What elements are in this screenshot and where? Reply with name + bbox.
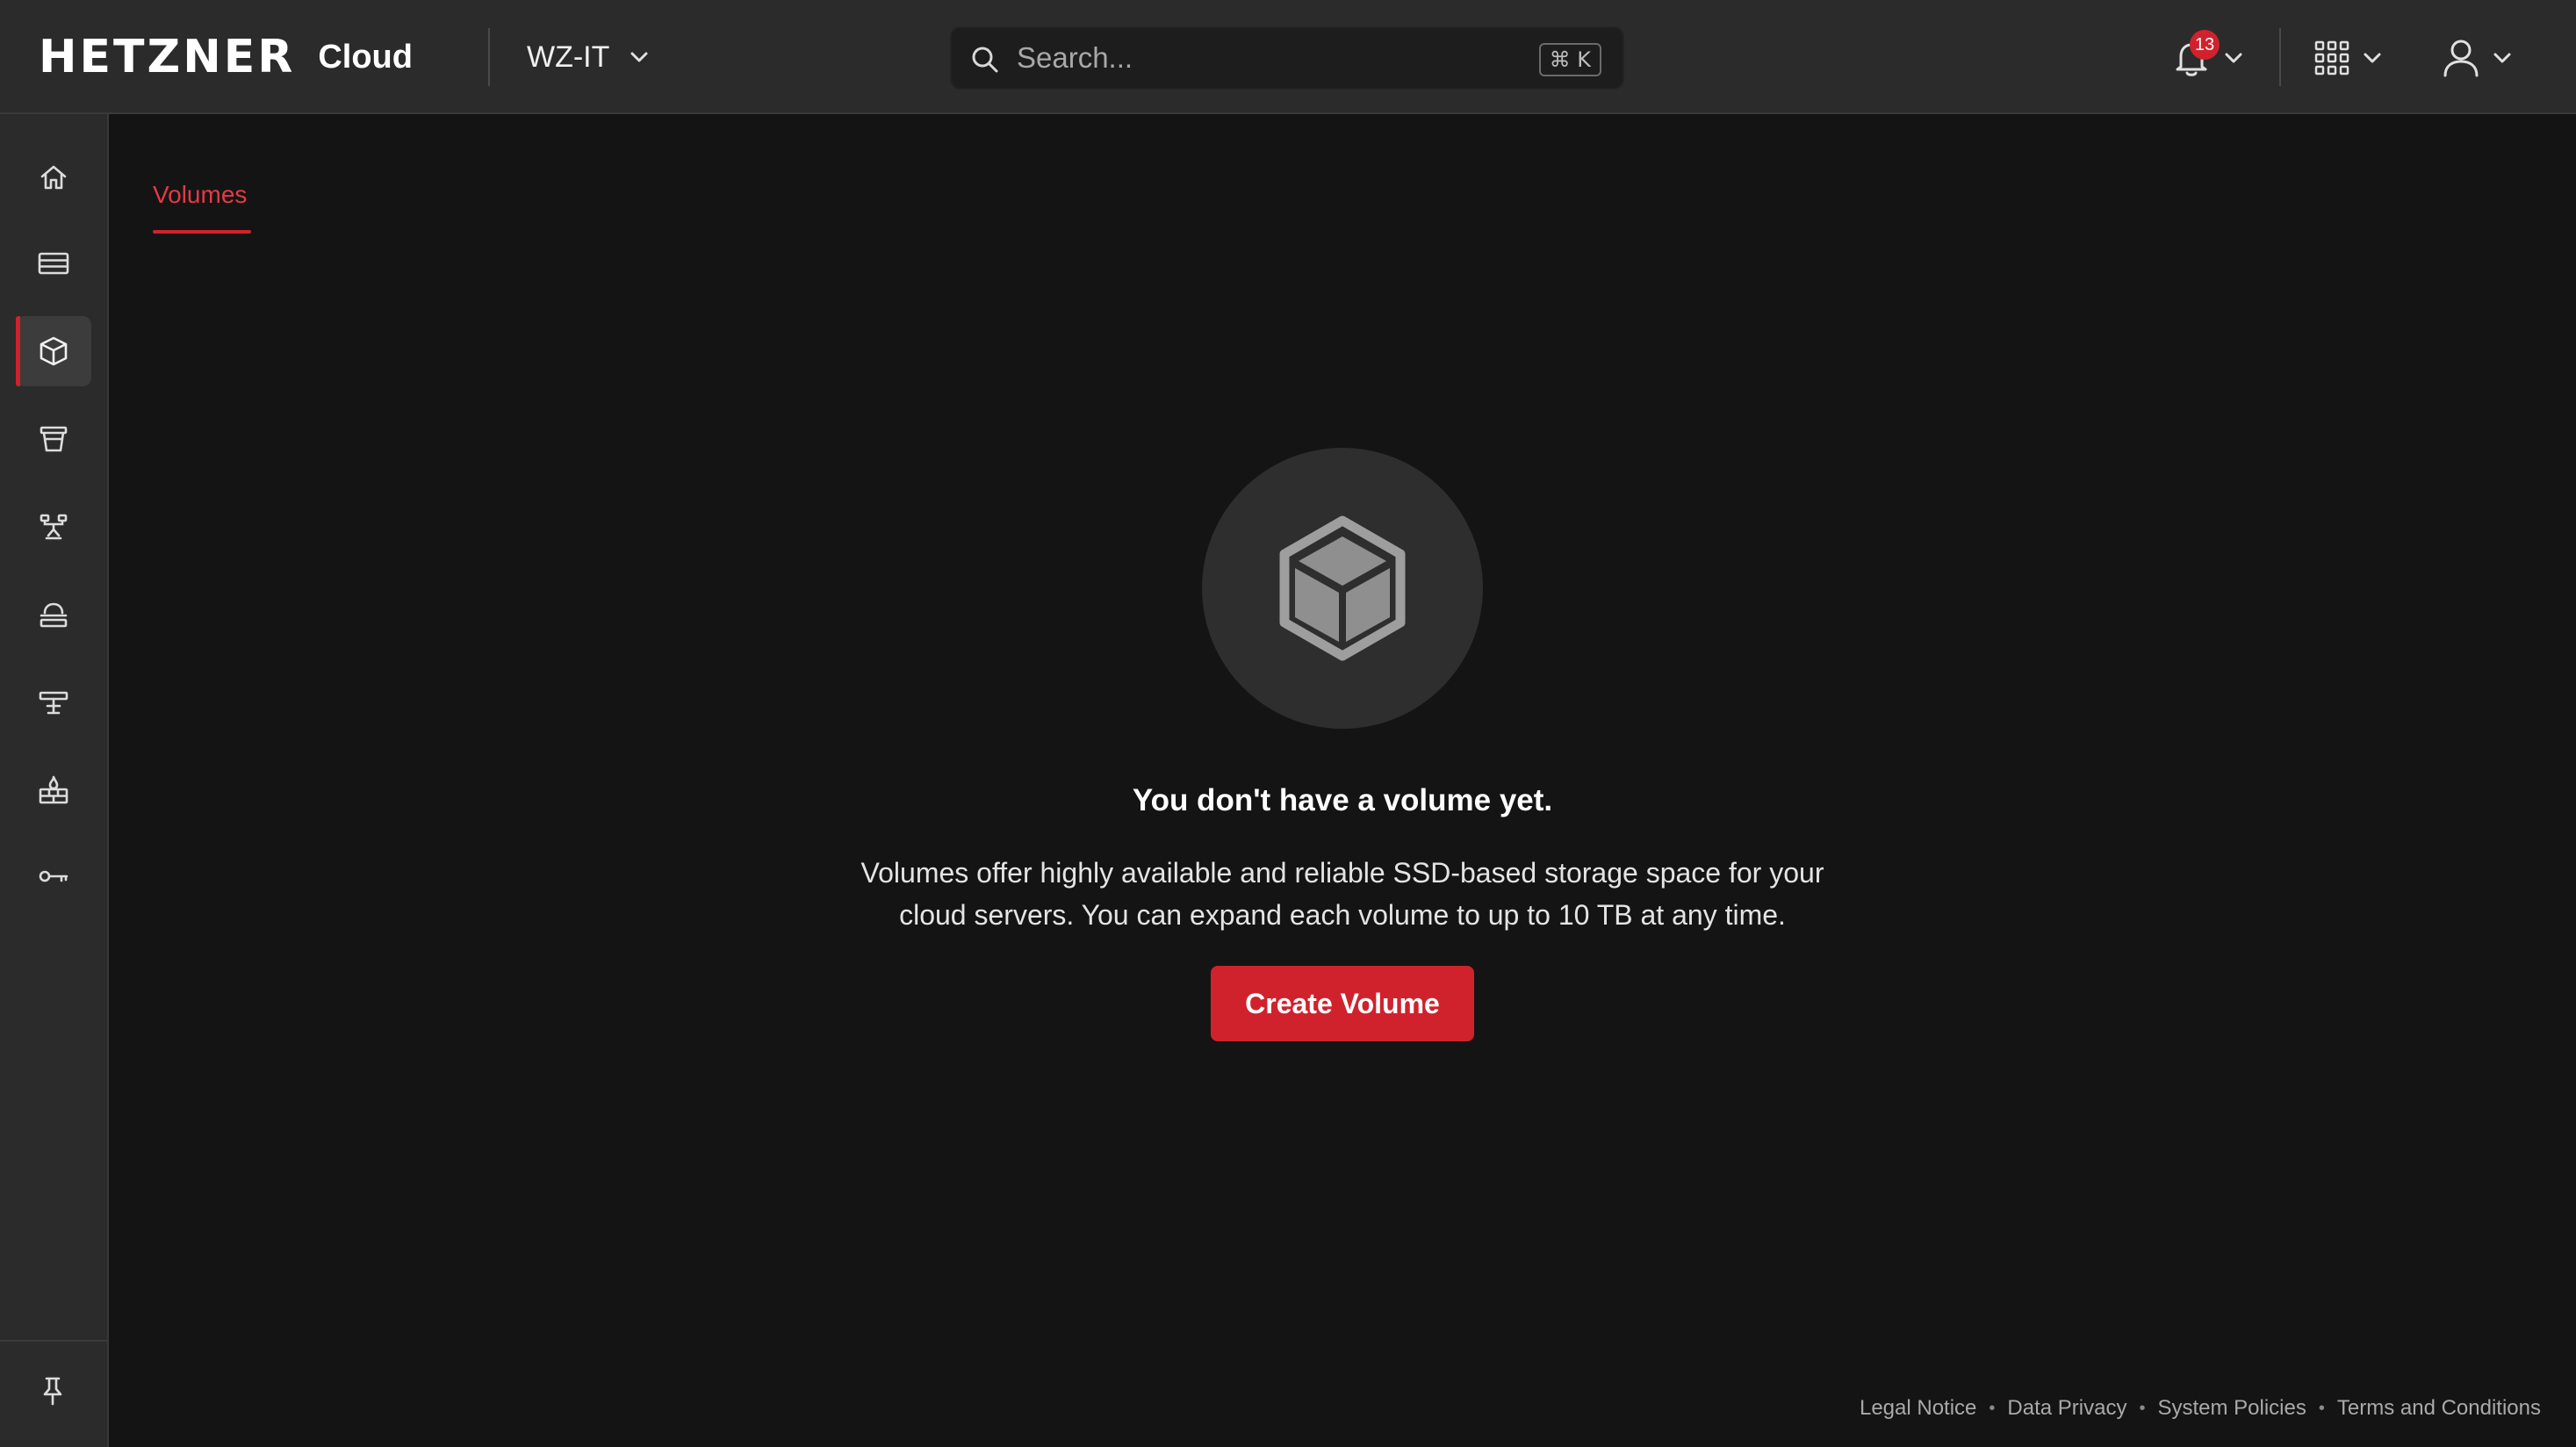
empty-state-description-line: Volumes offer highly available and relia… xyxy=(860,857,1824,889)
apps-menu-button[interactable] xyxy=(2313,33,2383,83)
active-tab-indicator xyxy=(153,230,251,234)
pin-sidebar-button[interactable] xyxy=(35,1373,70,1413)
footer-separator: • xyxy=(2139,1398,2146,1418)
key-icon xyxy=(39,870,68,882)
user-menu-button[interactable] xyxy=(2441,33,2513,83)
footer-link-terms[interactable]: Terms and Conditions xyxy=(2337,1396,2541,1421)
cube-icon xyxy=(1279,515,1406,661)
empty-state-title: You don't have a volume yet. xyxy=(1132,783,1553,817)
sidebar-item-firewalls[interactable] xyxy=(16,755,91,825)
topbar-divider xyxy=(2279,28,2281,86)
load-balancer-icon xyxy=(40,602,68,628)
pin-icon xyxy=(43,1377,62,1406)
sidebar-item-load-balancers[interactable] xyxy=(16,580,91,650)
notification-count-badge: 13 xyxy=(2190,30,2220,60)
chevron-down-icon xyxy=(2225,53,2242,63)
user-icon xyxy=(2443,40,2479,77)
floating-ip-icon xyxy=(39,691,68,715)
sidebar-item-security[interactable] xyxy=(16,841,91,911)
footer-separator: • xyxy=(2318,1398,2325,1418)
project-selector[interactable]: WZ-IT xyxy=(527,35,650,79)
notifications-button[interactable]: 13 xyxy=(2170,30,2244,83)
bell-icon-wrap: 13 xyxy=(2170,30,2220,79)
brand[interactable]: HETZNER Cloud xyxy=(39,31,413,83)
create-volume-button[interactable]: Create Volume xyxy=(1211,966,1474,1041)
footer-separator: • xyxy=(1989,1398,1996,1418)
sidebar-item-volumes[interactable] xyxy=(16,316,91,386)
footer-link-system-policies[interactable]: System Policies xyxy=(2157,1396,2306,1421)
search-icon xyxy=(972,47,998,73)
bucket-icon xyxy=(40,426,68,452)
search-input[interactable] xyxy=(1017,37,1508,79)
sidebar xyxy=(0,114,109,1447)
sidebar-item-networks[interactable] xyxy=(16,492,91,562)
search-bar[interactable]: ⌘ K xyxy=(950,26,1624,90)
empty-state-illustration xyxy=(1202,448,1483,729)
search-shortcut-hint: ⌘ K xyxy=(1538,43,1601,76)
firewall-icon xyxy=(39,775,68,804)
footer-link-data-privacy[interactable]: Data Privacy xyxy=(2007,1396,2126,1421)
footer: Legal Notice • Data Privacy • System Pol… xyxy=(1860,1396,2541,1421)
top-bar: HETZNER Cloud WZ-IT ⌘ K 13 xyxy=(0,0,2576,114)
sidebar-divider xyxy=(0,1340,109,1342)
apps-grid-icon xyxy=(2314,40,2349,76)
footer-link-legal-notice[interactable]: Legal Notice xyxy=(1860,1396,1976,1421)
network-icon xyxy=(40,514,68,540)
chevron-down-icon xyxy=(630,52,648,62)
empty-state-description: Volumes offer highly available and relia… xyxy=(790,852,1895,936)
sidebar-item-home[interactable] xyxy=(16,142,91,212)
sidebar-item-object-storage[interactable] xyxy=(16,404,91,474)
sidebar-item-floating-ips[interactable] xyxy=(16,667,91,738)
cube-icon xyxy=(40,336,68,366)
hetzner-logo: HETZNER xyxy=(39,31,296,83)
home-icon xyxy=(40,165,67,190)
chevron-down-icon xyxy=(2493,53,2511,63)
sidebar-item-servers[interactable] xyxy=(16,228,91,299)
topbar-divider xyxy=(488,28,490,86)
product-name: Cloud xyxy=(318,38,413,76)
tab-volumes[interactable]: Volumes xyxy=(153,181,247,209)
empty-state-description-line: cloud servers. You can expand each volum… xyxy=(899,899,1786,931)
chevron-down-icon xyxy=(2364,53,2381,63)
project-name: WZ-IT xyxy=(527,40,610,74)
server-icon xyxy=(38,252,69,275)
